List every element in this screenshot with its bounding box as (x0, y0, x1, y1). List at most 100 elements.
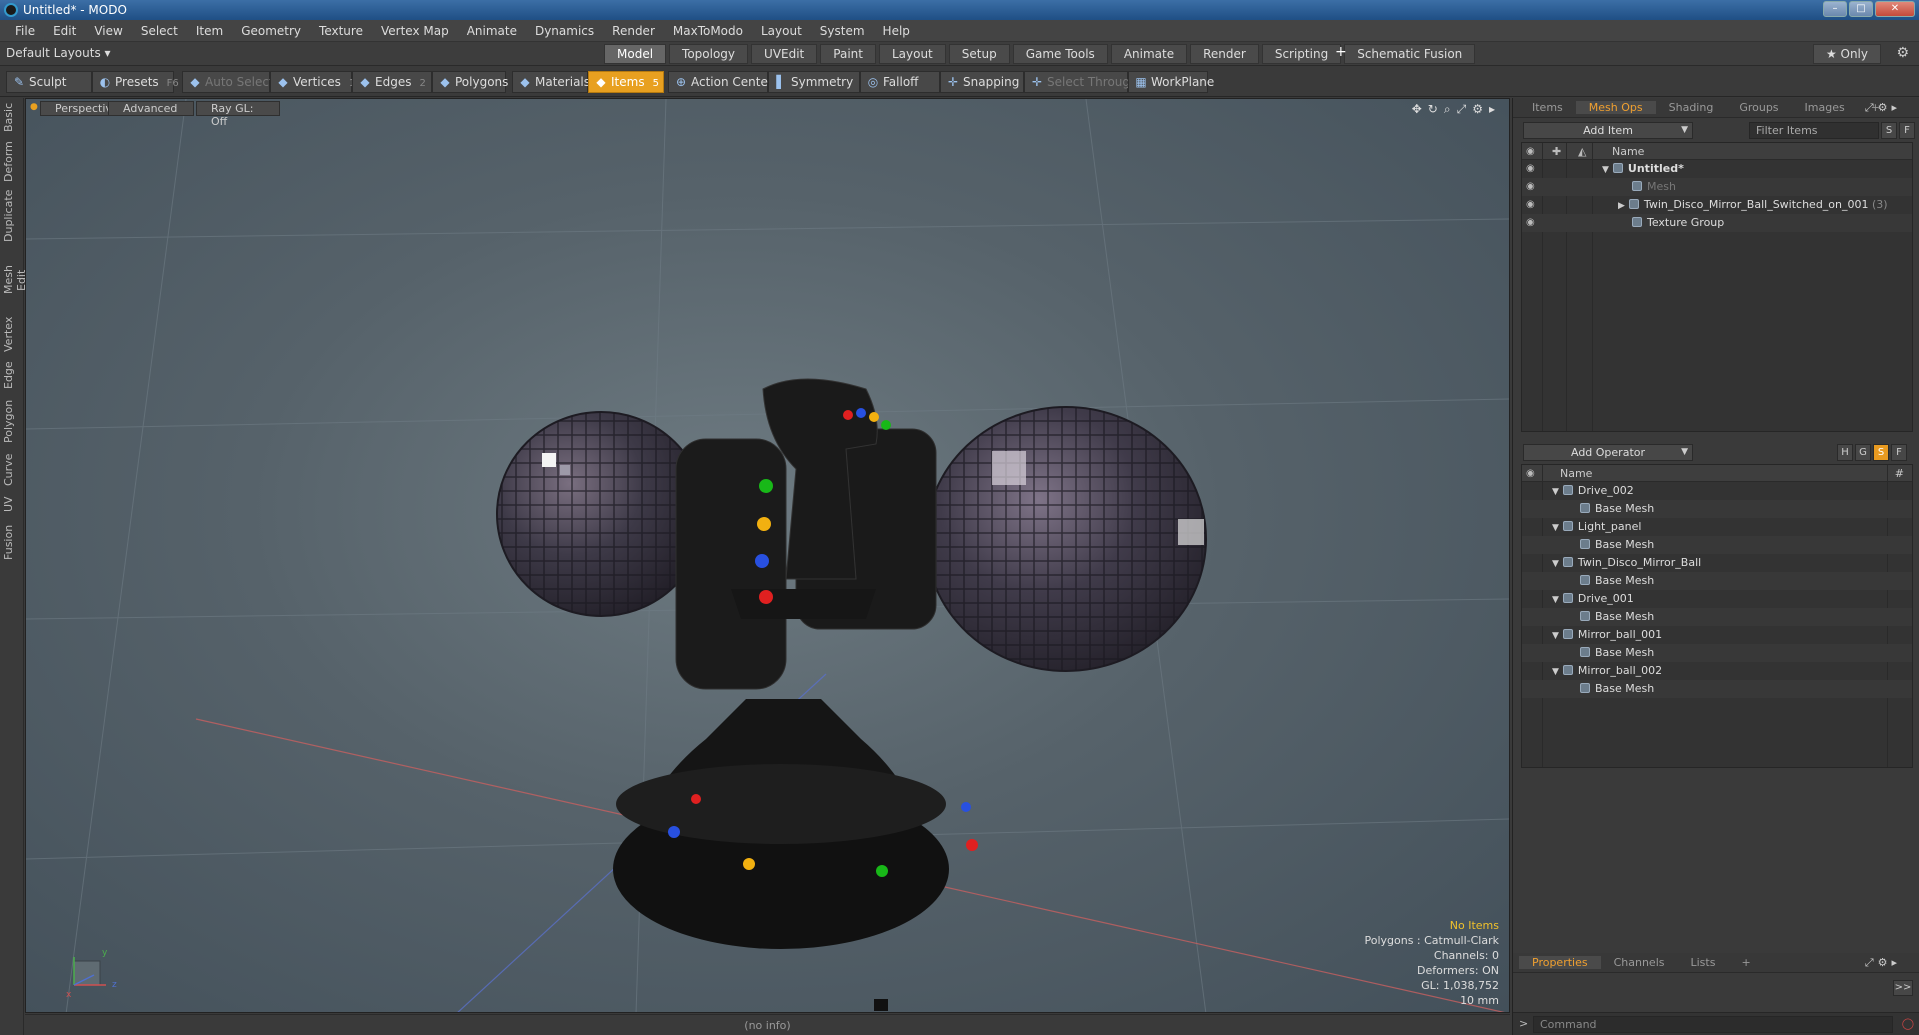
menu-select[interactable]: Select (132, 24, 187, 38)
zoom-icon[interactable]: ⌕ (1444, 102, 1451, 117)
viewport-gear-icon[interactable]: ⚙ (1472, 102, 1483, 117)
advanced-button[interactable]: Advanced (108, 101, 194, 116)
menu-animate[interactable]: Animate (458, 24, 526, 38)
menu-render[interactable]: Render (603, 24, 664, 38)
expand-properties-button[interactable]: >> (1893, 980, 1913, 996)
side-tab-vertex[interactable]: Vertex (2, 316, 22, 352)
presets-button[interactable]: ◐ Presets F6 (92, 71, 179, 93)
menu-edit[interactable]: Edit (44, 24, 85, 38)
add-operator-button[interactable]: Add Operator ▼ (1523, 444, 1693, 461)
tab-game-tools[interactable]: Game Tools (1012, 44, 1108, 64)
side-tab-curve[interactable]: Curve (2, 454, 22, 486)
expand-triangle-icon[interactable]: ▼ (1552, 487, 1559, 497)
ops-row-drive-001[interactable]: ▼ Drive_001 (1522, 590, 1912, 608)
side-tab-edge[interactable]: Edge (2, 360, 22, 390)
menu-file[interactable]: File (6, 24, 44, 38)
rotate-icon[interactable]: ↻ (1428, 102, 1438, 117)
polygons-button[interactable]: ◆ Polygons (432, 71, 508, 93)
snapping-button[interactable]: ✛ Snapping (940, 71, 1024, 93)
tree-row-mesh[interactable]: ◉ Mesh (1522, 178, 1912, 196)
ops-row-base-mesh[interactable]: Base Mesh (1522, 500, 1912, 518)
tab-uvedit[interactable]: UVEdit (751, 44, 818, 64)
ops-row-base-mesh[interactable]: Base Mesh (1522, 608, 1912, 626)
only-button[interactable]: ★ Only (1812, 44, 1881, 64)
tree-row-twin-disco[interactable]: ◉ ▶ Twin_Disco_Mirror_Ball_Switched_on_00… (1522, 196, 1912, 214)
sculpt-button[interactable]: ✎ Sculpt (6, 71, 92, 93)
ops-row-mirror-ball-002[interactable]: ▼ Mirror_ball_002 (1522, 662, 1912, 680)
ops-row-mirror-ball-001[interactable]: ▼ Mirror_ball_001 (1522, 626, 1912, 644)
pan-icon[interactable]: ✥ (1412, 102, 1422, 117)
side-tab-basic[interactable]: Basic (2, 102, 22, 132)
add-props-tab[interactable]: + (1728, 956, 1763, 969)
tab-groups[interactable]: Groups (1726, 101, 1791, 114)
side-tab-fusion[interactable]: Fusion (2, 522, 22, 562)
visibility-eye-icon[interactable]: ◉ (1526, 214, 1535, 232)
tab-animate[interactable]: Animate (1110, 44, 1188, 64)
expand-triangle-icon[interactable]: ▼ (1552, 631, 1559, 641)
maximize-viewport-icon[interactable]: ⤢ (1457, 102, 1467, 117)
gear-icon[interactable]: ⚙ (1896, 45, 1909, 61)
tab-lists[interactable]: Lists (1678, 956, 1729, 969)
expand-triangle-icon[interactable]: ▼ (1602, 165, 1609, 175)
side-tab-mesh-edit[interactable]: Mesh Edit (2, 254, 28, 306)
tab-setup[interactable]: Setup (948, 44, 1010, 64)
raygl-button[interactable]: Ray GL: Off (196, 101, 280, 128)
side-tab-duplicate[interactable]: Duplicate (2, 190, 22, 242)
g-button[interactable]: G (1855, 444, 1871, 461)
action-center-button[interactable]: ⊕ Action Center (668, 71, 773, 93)
ops-row-base-mesh[interactable]: Base Mesh (1522, 536, 1912, 554)
f-filter-button[interactable]: F (1891, 444, 1907, 461)
s-filter-button[interactable]: S (1873, 444, 1889, 461)
expand-triangle-icon[interactable]: ▼ (1552, 667, 1559, 677)
filter-items-input[interactable]: Filter Items (1749, 122, 1879, 139)
menu-texture[interactable]: Texture (310, 24, 372, 38)
collapse-triangle-icon[interactable]: ▶ (1618, 201, 1625, 211)
items-button[interactable]: ◆ Items 5 (588, 71, 664, 93)
tab-paint[interactable]: Paint (820, 44, 876, 64)
side-tab-uv[interactable]: UV (2, 494, 22, 514)
tree-row-texture-group[interactable]: ◉ Texture Group (1522, 214, 1912, 232)
perspective-button[interactable]: Perspective (40, 101, 119, 116)
tab-channels[interactable]: Channels (1601, 956, 1678, 969)
tab-topology[interactable]: Topology (669, 44, 749, 64)
ops-row-base-mesh[interactable]: Base Mesh (1522, 644, 1912, 662)
tab-model[interactable]: Model (604, 44, 667, 64)
ops-row-base-mesh[interactable]: Base Mesh (1522, 572, 1912, 590)
visibility-eye-icon[interactable]: ◉ (1526, 196, 1535, 214)
tab-properties[interactable]: Properties (1519, 956, 1601, 969)
materials-button[interactable]: ◆ Materials (512, 71, 590, 93)
panel-options-icon[interactable]: ⤢⚙▸ (1852, 101, 1914, 115)
tab-items[interactable]: Items (1519, 101, 1576, 114)
auto-select-button[interactable]: ◆ Auto Select (182, 71, 274, 93)
expand-triangle-icon[interactable]: ▼ (1552, 595, 1559, 605)
maximize-button[interactable]: □ (1849, 1, 1873, 17)
menu-system[interactable]: System (811, 24, 874, 38)
tree-row-untitled[interactable]: ◉ ▼ Untitled* (1522, 160, 1912, 178)
tab-schematic-fusion[interactable]: Schematic Fusion (1344, 44, 1476, 64)
tab-images[interactable]: Images (1792, 101, 1858, 114)
add-item-button[interactable]: Add Item ▼ (1523, 122, 1693, 139)
tab-scripting[interactable]: Scripting (1261, 44, 1342, 64)
tab-shading[interactable]: Shading (1656, 101, 1727, 114)
menu-help[interactable]: Help (874, 24, 919, 38)
3d-viewport[interactable]: x y z ● Perspective Advanced Ray GL: Off… (25, 98, 1510, 1013)
h-button[interactable]: H (1837, 444, 1853, 461)
tab-mesh-ops[interactable]: Mesh Ops (1575, 101, 1656, 114)
falloff-button[interactable]: ◎ Falloff (860, 71, 940, 93)
menu-vertex-map[interactable]: Vertex Map (372, 24, 458, 38)
expand-triangle-icon[interactable]: ▼ (1552, 523, 1559, 533)
tab-layout[interactable]: Layout (878, 44, 946, 64)
select-through-button[interactable]: ✛ Select Through (1024, 71, 1138, 93)
record-icon[interactable]: ◯ (1902, 1017, 1914, 1030)
menu-layout[interactable]: Layout (752, 24, 811, 38)
disco-ball-model[interactable] (496, 378, 1207, 1011)
menu-item[interactable]: Item (187, 24, 232, 38)
layout-selector[interactable]: Default Layouts ▾ (6, 46, 111, 60)
menu-geometry[interactable]: Geometry (232, 24, 310, 38)
vertices-button[interactable]: ◆Vertices1 (270, 71, 355, 93)
side-tab-deform[interactable]: Deform (2, 141, 22, 182)
tab-render[interactable]: Render (1190, 44, 1259, 64)
expand-triangle-icon[interactable]: ▼ (1552, 559, 1559, 569)
ops-row-light-panel[interactable]: ▼ Light_panel (1522, 518, 1912, 536)
symmetry-button[interactable]: ▌ Symmetry (768, 71, 860, 93)
